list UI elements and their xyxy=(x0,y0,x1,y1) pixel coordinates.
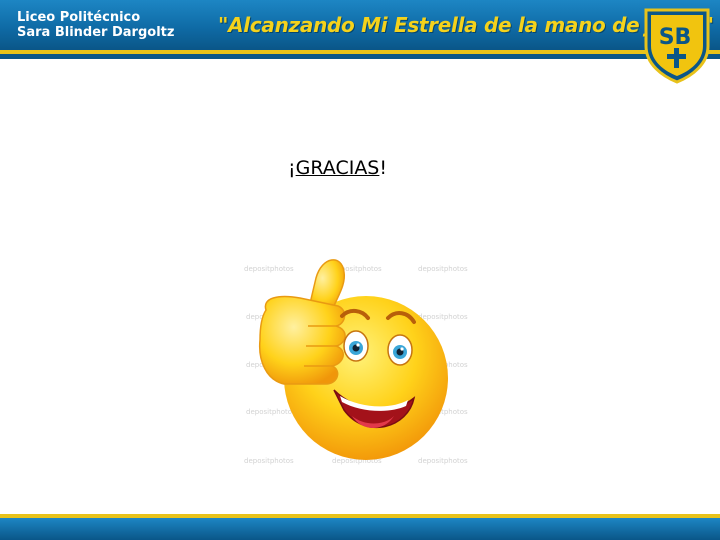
header-blue-stripe xyxy=(0,54,720,59)
emblem-letters: SB xyxy=(659,25,692,50)
school-emblem-icon: SB xyxy=(644,8,710,84)
slide-title: ¡GRACIAS! xyxy=(288,157,387,179)
school-name: Liceo Politécnico Sara Blinder Dargoltz xyxy=(17,10,174,40)
school-motto: "Alcanzando Mi Estrella de la mano de Je… xyxy=(218,13,714,37)
school-name-line2: Sara Blinder Dargoltz xyxy=(17,25,175,40)
fist-icon xyxy=(258,295,346,385)
title-prefix: ¡ xyxy=(288,157,296,179)
title-suffix: ! xyxy=(379,157,387,179)
thumbs-up-smiley-illustration: depositphotos depositphotos depositphoto… xyxy=(238,250,470,470)
smiley-graphic xyxy=(258,259,448,460)
title-word: GRACIAS xyxy=(295,157,380,179)
school-name-line1: Liceo Politécnico xyxy=(17,10,141,25)
footer-bar xyxy=(0,518,720,540)
